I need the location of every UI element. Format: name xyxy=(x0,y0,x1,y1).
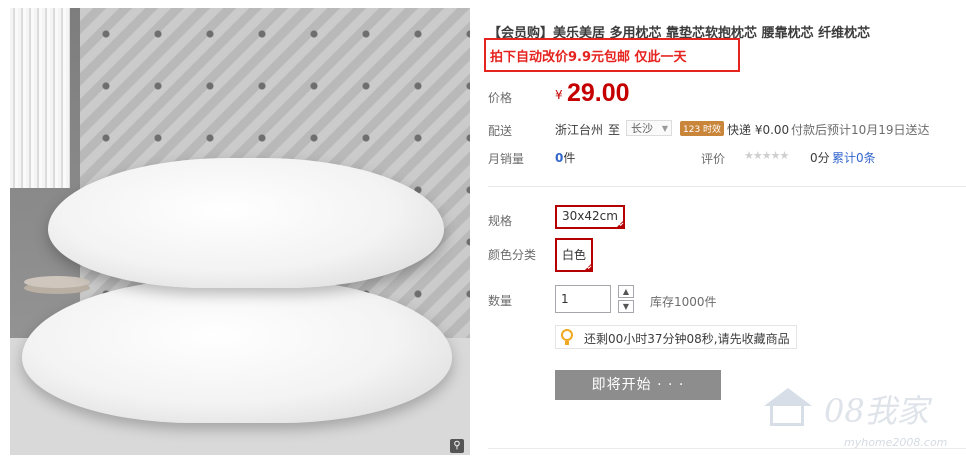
section-divider xyxy=(488,186,966,187)
lightbulb-icon xyxy=(561,329,573,345)
pillow-top xyxy=(48,158,444,288)
product-image[interactable]: ⚲ xyxy=(10,8,470,455)
promo-text: 拍下自动改价9.9元包邮 仅此一天 xyxy=(490,50,687,65)
shipping-method: 快递 ¥0.00 xyxy=(727,123,790,137)
countdown-tip: 还剩00小时37分钟08秒,请先收藏商品 xyxy=(555,325,797,349)
quantity-increase-button[interactable]: ▲ xyxy=(618,285,634,298)
stock-text: 库存1000件 xyxy=(650,295,717,309)
watermark-brand: 08我家 xyxy=(824,392,929,430)
destination-city-select[interactable]: 长沙 ▼ xyxy=(626,120,672,136)
dropdown-arrow-icon: ▼ xyxy=(661,124,668,133)
color-option-text: 白色 xyxy=(562,248,587,262)
quantity-input[interactable]: 1 xyxy=(555,285,611,313)
selected-check-icon xyxy=(584,263,593,271)
rating-stars: ★★★★★ xyxy=(744,149,789,162)
watermark-url: myhome2008.com xyxy=(844,436,948,449)
pillow-bottom xyxy=(22,278,452,423)
quantity-label: 数量 xyxy=(488,294,513,308)
size-option-selected[interactable]: 30x42cm xyxy=(555,205,625,229)
rating-label: 评价 xyxy=(701,152,726,166)
sales-unit: 件 xyxy=(563,151,576,165)
price-label: 价格 xyxy=(488,91,513,105)
review-count-link[interactable]: 累计0条 xyxy=(832,149,876,166)
shipping-from: 浙江台州 xyxy=(555,123,604,137)
coming-soon-button[interactable]: 即将开始 · · · xyxy=(555,370,721,400)
countdown-tip-text: 还剩00小时37分钟08秒,请先收藏商品 xyxy=(584,332,790,346)
color-option-selected[interactable]: 白色 xyxy=(555,238,594,272)
sales-value: 0件 xyxy=(555,149,575,166)
lamp-base xyxy=(24,276,90,288)
color-label: 颜色分类 xyxy=(488,248,537,262)
shipping-eta: 付款后预计10月19日送达 xyxy=(791,123,930,137)
size-label: 规格 xyxy=(488,214,513,228)
shipping-label: 配送 xyxy=(488,124,513,138)
price-value: 29.00 xyxy=(567,79,630,107)
curtain xyxy=(10,8,70,188)
zoom-icon[interactable]: ⚲ xyxy=(450,439,464,453)
selected-check-icon xyxy=(615,220,624,228)
site-watermark: 08我家 myhome2008.com xyxy=(760,378,966,455)
price-currency: ¥ xyxy=(555,88,563,102)
shipping-to-word: 至 xyxy=(608,123,621,137)
timely-badge: 123 时效 xyxy=(680,121,725,136)
size-option-text: 30x42cm xyxy=(562,209,618,223)
rating-score: 0分 xyxy=(810,151,830,165)
sales-label: 月销量 xyxy=(488,152,525,166)
destination-city: 长沙 xyxy=(631,122,653,135)
house-logo-icon xyxy=(764,386,812,426)
quantity-decrease-button[interactable]: ▼ xyxy=(618,300,634,313)
